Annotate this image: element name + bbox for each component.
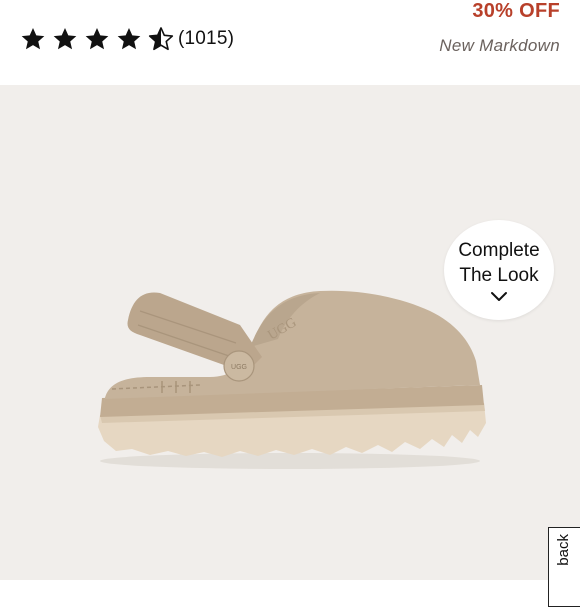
discount-label: 30% OFF [472,0,560,22]
complete-the-look-button[interactable]: Complete The Look [444,220,554,320]
star-rating [20,26,174,52]
rating-summary[interactable]: (1015) [20,24,234,54]
star-full-icon [53,27,77,50]
star-half-icon [148,27,174,51]
clog-shoe-image: UGG UGG [98,290,486,469]
star-full-icon [85,27,109,50]
svg-text:UGG: UGG [231,364,247,371]
feedback-tab[interactable]: back [548,527,580,607]
complete-look-line2: The Look [459,264,539,286]
star-full-icon [21,27,45,50]
chevron-down-icon [491,291,507,301]
review-count[interactable]: (1015) [178,28,234,50]
product-header: (1015) 30% OFF New Markdown [0,0,580,85]
feedback-label: back [555,534,572,566]
complete-look-line1: Complete [458,239,540,261]
star-full-icon [117,27,141,50]
product-image-area[interactable]: UGG UGG Complete The Look [0,85,580,580]
markdown-label: New Markdown [439,36,560,55]
